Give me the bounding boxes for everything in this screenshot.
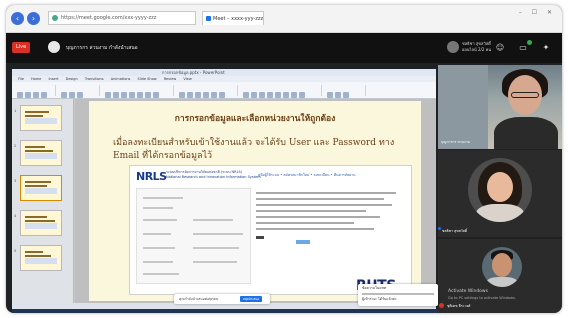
ppt-window-title: การกรอกข้อมูล.pptx - PowerPoint [12,69,436,76]
lock-icon [52,15,58,21]
window-controls[interactable]: – ☐ ✕ [519,9,556,16]
browser-tab[interactable]: Meet – xxxx-yyy-zzz [202,11,264,25]
url-text: https://meet.google.com/xxx-yyyy-zzz [61,15,157,21]
screen-frame: ‹ › https://meet.google.com/xxx-yyyy-zzz… [6,5,562,313]
pin-icon[interactable] [438,227,441,230]
meet-favicon-icon [206,16,211,21]
chat-notification[interactable]: ข้อความในแชท ผู้เข้าร่วม: ได้รับแล้วค่ะ [358,284,438,306]
user-info: ชลธิชา สุขสวัสดิ์ ออนไลน์ 2/2 คน [462,41,491,53]
ribbon-group-drawing[interactable] [242,85,322,98]
slide-title: การกรอกข้อมูลและเลือกหน่วยงานให้ถูกต้อง [174,114,336,124]
browser-bar: ‹ › https://meet.google.com/xxx-yyyy-zzz… [6,5,562,33]
chat-title: ข้อความในแชท [362,286,387,290]
slide-thumbnail[interactable] [20,140,62,166]
ribbon-group-paragraph[interactable] [178,85,238,98]
menu-item[interactable]: Review [164,77,177,81]
menu-item[interactable]: File [18,77,24,81]
ribbon-group-font[interactable] [104,85,174,98]
participant-tile[interactable]: ชลธิชา สุขสวัสดิ์ [438,150,562,237]
muted-mic-icon [439,303,444,308]
presenter-avatar-icon [48,41,60,53]
website-screenshot: NRLS ระบบบริหารจัดการงานวิจัยแห่งชาติ (ร… [129,165,412,295]
web-info-panel [256,188,406,248]
thumb-number: 5 [14,249,17,253]
back-icon[interactable]: ‹ [11,12,24,25]
ribbon-group-slides[interactable] [60,85,100,98]
ribbon-group-editing[interactable] [326,85,366,98]
activate-windows-watermark: Activate Windows Go to PC settings to ac… [448,289,516,300]
web-login-form [136,188,251,284]
user-avatar[interactable] [447,41,459,53]
participant-name: ชลธิชา สุขสวัสดิ์ [442,229,468,233]
participant-name: ชุติเดช ธีระวงศ์ [447,304,471,308]
meet-header: Live บุญภารกร สวนงาม กำลังนำเสนอ ชลธิชา … [6,33,562,63]
thumb-number: 3 [14,179,17,183]
ppt-ribbon [12,82,436,99]
slide-thumbnail[interactable] [20,245,62,271]
address-bar[interactable]: https://meet.google.com/xxx-yyyy-zzz [48,11,196,25]
activities-icon[interactable]: ✦ [539,42,553,54]
web-nav-links: คู่มือผู้ใช้ระบบ • สมัครสมาชิกใหม่ • ลงท… [258,173,356,177]
stop-presenting-button[interactable]: หยุดนำเสนอ [240,296,262,302]
presenting-bar: คุณกำลังนำเสนอต่อทุกคน หยุดนำเสนอ [174,294,270,304]
menu-item[interactable]: Animations [111,77,131,81]
presenter-name: บุญภารกร สวนงาม [441,140,470,144]
notification-dot [527,40,532,45]
slide-canvas: การกรอกข้อมูลและเลือกหน่วยงานให้ถูกต้อง … [75,99,436,303]
slide-thumbnail[interactable] [20,210,62,236]
thumb-number: 4 [14,214,17,218]
current-slide: การกรอกข้อมูลและเลือกหน่วยงานให้ถูกต้อง … [89,101,421,301]
slide-body: เมื่อลงทะเบียนสำหรับเข้าใช้งานแล้ว จะได้… [113,138,395,161]
chat-message: ผู้เข้าร่วม: ได้รับแล้วค่ะ [362,296,397,301]
participant-avatar [482,247,522,287]
chat-icon[interactable]: ▭ [516,40,532,54]
tab-title: Meet – xxxx-yyy-zzz [213,16,264,22]
thumb-number: 1 [14,109,17,113]
menu-item[interactable]: Insert [48,77,58,81]
people-icon[interactable]: ☺ [493,42,507,54]
menu-item[interactable]: Design [66,77,78,81]
ribbon-group-clipboard[interactable] [16,85,56,98]
participant-tile[interactable]: Activate Windows Go to PC settings to ac… [438,239,562,313]
presenting-text: คุณกำลังนำเสนอต่อทุกคน [179,297,219,301]
menu-item[interactable]: View [183,77,191,81]
forward-icon[interactable]: › [27,12,40,25]
slide-thumbnails: 1 2 3 4 5 [12,99,74,303]
user-status: ออนไลน์ 2/2 คน [462,47,492,52]
nrls-subtitle: ระบบบริหารจัดการงานวิจัยแห่งชาติ (ระบบ N… [166,170,261,179]
glasses-icon [511,92,539,98]
menu-item[interactable]: Transitions [85,77,104,81]
nrls-logo: NRLS [136,170,167,183]
live-badge: Live [12,42,31,53]
thumb-number: 2 [14,144,17,148]
shared-screen: การกรอกข้อมูล.pptx - PowerPoint File Hom… [12,69,436,309]
menu-item[interactable]: Slide Show [138,77,157,81]
presenter-camera-tile[interactable] [438,65,562,149]
slide-thumbnail-active[interactable] [20,175,62,201]
meeting-title: บุญภารกร สวนงาม กำลังนำเสนอ [66,45,138,51]
windows-taskbar [12,309,438,313]
menu-item[interactable]: Home [31,77,41,81]
participant-avatar [468,158,532,222]
slide-thumbnail[interactable] [20,105,62,131]
